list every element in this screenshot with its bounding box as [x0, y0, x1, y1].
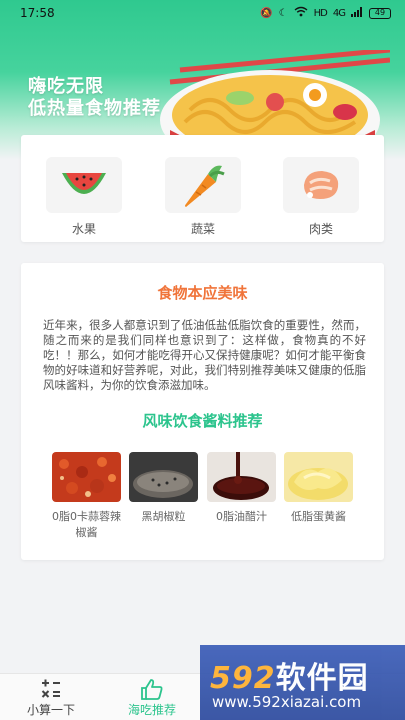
sauce-label: 低脂蛋黄酱	[291, 510, 346, 523]
tab-label: 小算一下	[26, 703, 75, 717]
mayonnaise-image	[284, 452, 353, 502]
wifi-icon	[294, 6, 308, 20]
category-item-fruit[interactable]: 水果	[46, 157, 122, 237]
signal-icon	[351, 6, 363, 20]
battery-level: 49	[374, 8, 386, 17]
sauce-label: 黑胡椒粒	[141, 510, 186, 523]
sauce-item-black-pepper[interactable]: 黑胡椒粒	[129, 452, 198, 525]
moon-icon: ☾	[278, 7, 288, 19]
signal-label: 4G	[332, 7, 346, 19]
watermark-brand: 软件园	[275, 661, 369, 696]
status-icons: 🔕 ☾ HD 4G 49	[260, 6, 391, 20]
status-bar: 17:58 🔕 ☾ HD 4G 49	[0, 0, 405, 26]
carrot-icon	[185, 165, 225, 207]
black-pepper-image	[129, 452, 198, 502]
watermark-logo: 592软件园	[210, 653, 369, 697]
mute-icon: 🔕	[260, 7, 273, 19]
category-label: 水果	[71, 222, 96, 236]
sauce-section-title: 风味饮食酱料推荐	[142, 412, 263, 430]
site-watermark: 592软件园 www.592xiazai.com	[200, 645, 405, 720]
content-card: 食物本应美味 近年来，很多人都意识到了低油低盐低脂饮食的重要性，然而，随之而来的…	[21, 263, 384, 560]
category-label: 蔬菜	[190, 222, 215, 236]
watermark-number: 592	[210, 661, 276, 696]
sauce-label: 0脂油醋汁	[216, 510, 267, 523]
tab-recommend[interactable]: 海吃推荐	[107, 674, 197, 720]
category-item-meat[interactable]: 肉类	[283, 157, 359, 237]
oil-vinegar-image	[207, 452, 276, 502]
article-body: 近年来，很多人都意识到了低油低盐低脂饮食的重要性，然而，随之而来的是我们同样也意…	[43, 318, 366, 392]
network-label: HD	[313, 7, 328, 19]
sauce-item-garlic-chili[interactable]: 0脂0卡蒜蓉辣椒酱	[52, 452, 121, 541]
calculator-icon	[41, 679, 60, 698]
battery-icon: 49	[369, 7, 391, 19]
article-title: 食物本应美味	[157, 284, 248, 302]
sauce-label: 0脂0卡蒜蓉辣椒酱	[52, 510, 121, 539]
tab-label: 海吃推荐	[127, 703, 176, 717]
sauce-item-vinegar[interactable]: 0脂油醋汁	[207, 452, 276, 525]
status-time: 17:58	[20, 6, 55, 20]
category-label: 肉类	[308, 222, 333, 236]
tab-calculate[interactable]: 小算一下	[6, 674, 96, 720]
watermelon-icon	[62, 173, 106, 194]
category-item-vegetable[interactable]: 蔬菜	[165, 157, 241, 237]
thumbs-up-icon	[141, 679, 163, 700]
meat-icon	[304, 171, 339, 199]
sauce-item-mayonnaise[interactable]: 低脂蛋黄酱	[284, 452, 353, 525]
category-card: 水果 蔬菜 肉类	[21, 135, 384, 242]
watermark-url: www.592xiazai.com	[212, 693, 362, 711]
garlic-chili-sauce-image	[52, 452, 121, 502]
